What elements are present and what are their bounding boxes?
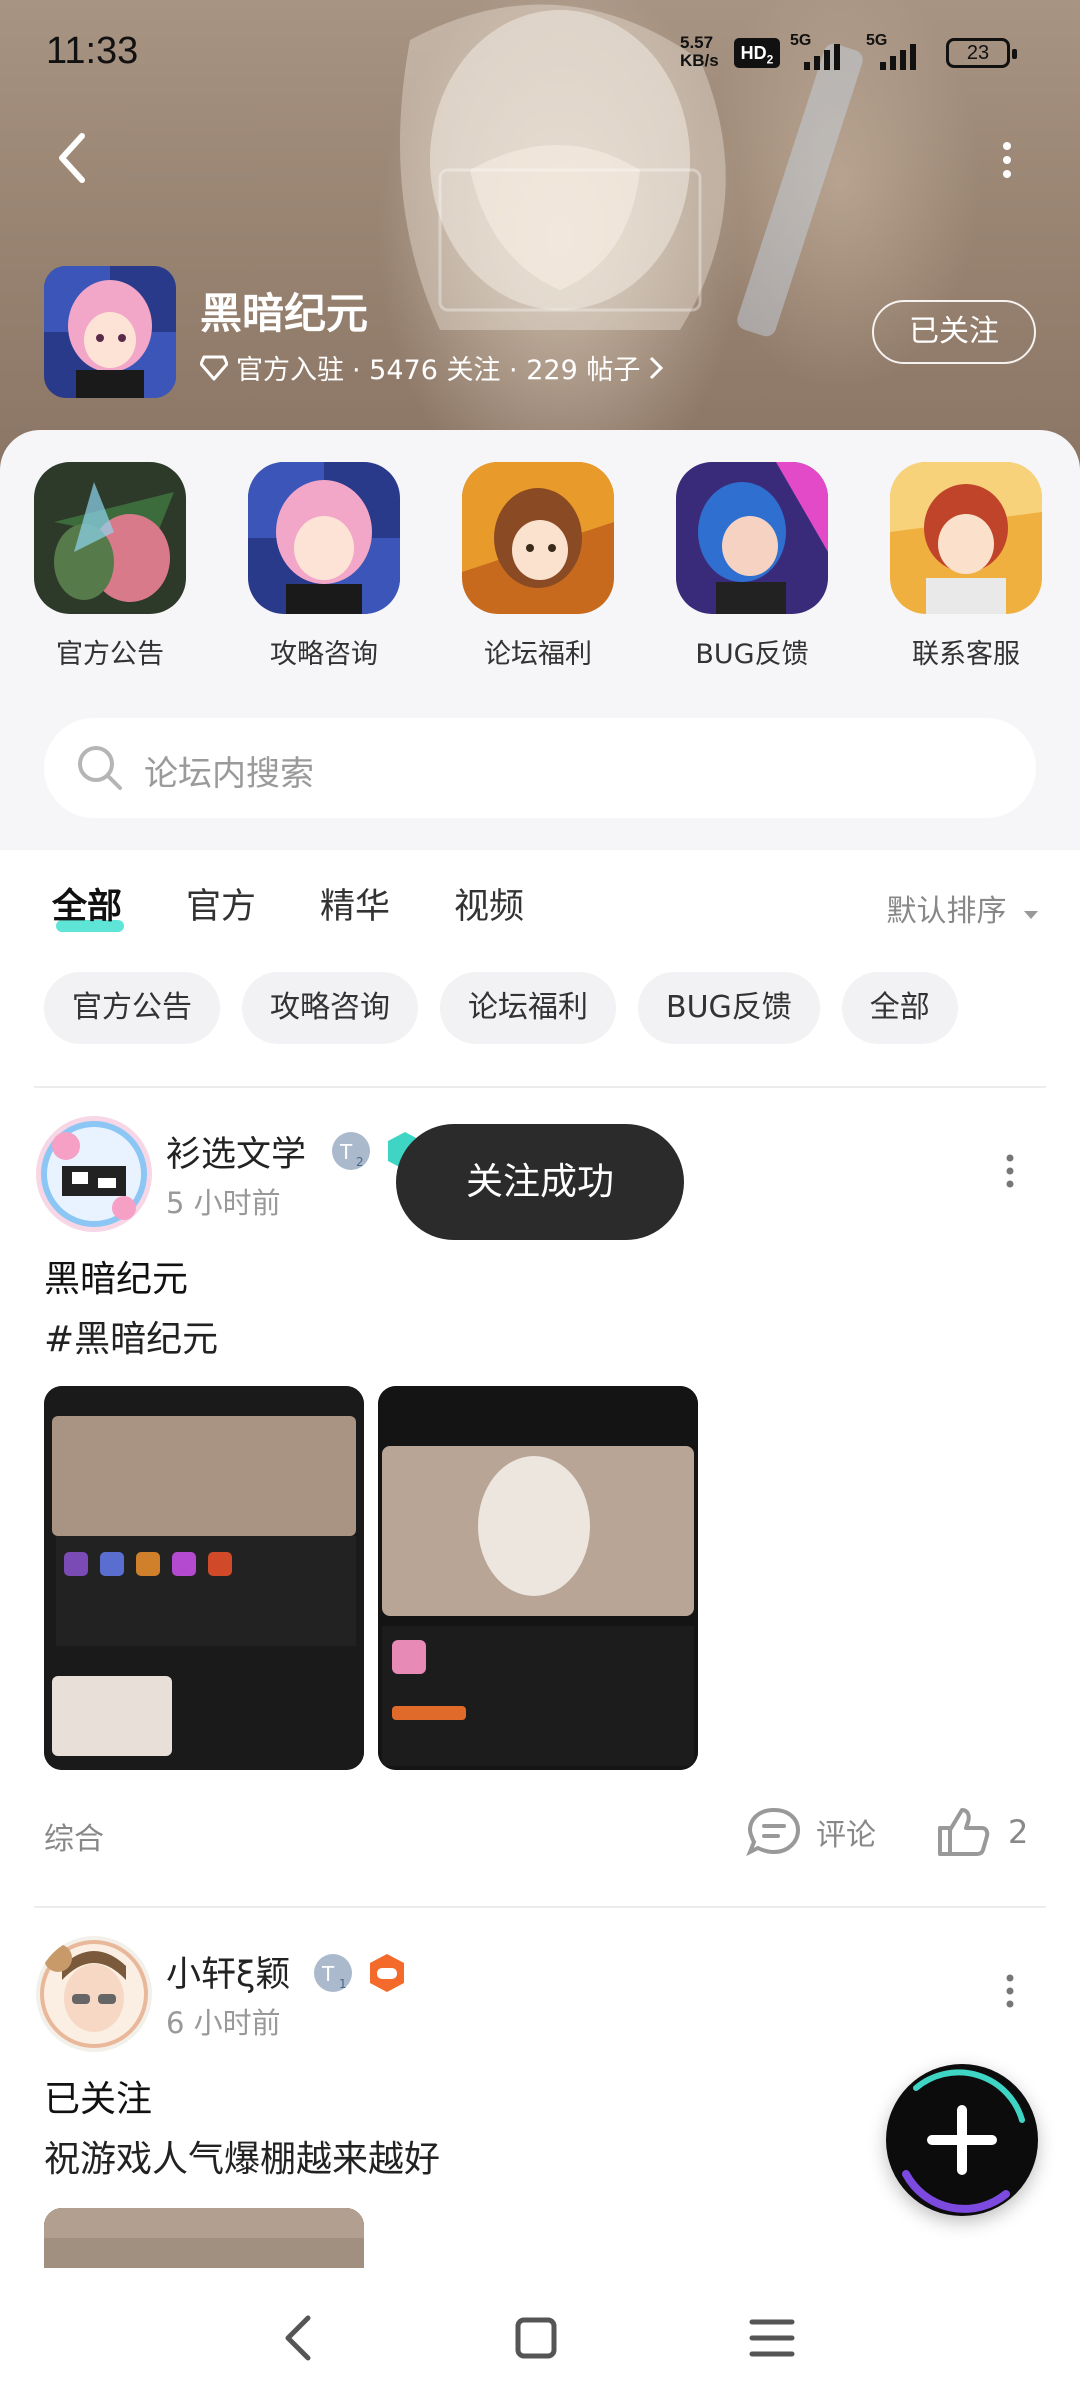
chip-all[interactable]: 全部 <box>841 972 958 1044</box>
post-author[interactable]: 小轩ξ颖 <box>166 1946 291 1997</box>
official-label: 官方入驻 <box>236 355 344 386</box>
welfare-art-icon <box>462 462 614 614</box>
forum-search-input[interactable]: 论坛内搜索 <box>44 718 1036 818</box>
create-post-button[interactable] <box>886 2064 1038 2216</box>
sort-label: 默认排序 <box>886 894 1007 929</box>
customer-service-art-icon <box>890 462 1042 614</box>
divider <box>34 1906 1046 1908</box>
toast-message: 关注成功 <box>396 1124 684 1240</box>
thumbs-up-icon <box>938 1808 990 1856</box>
nav-menu-icon[interactable] <box>742 2308 802 2368</box>
forum-panel: 官方公告 攻略咨询 论坛福利 BUG反馈 联系客服 论坛内搜索 <box>0 430 1080 850</box>
feed-tabs: 全部 官方 精华 视频 默认排序 <box>0 872 1080 942</box>
avatar[interactable] <box>36 1116 152 1232</box>
chip-welfare[interactable]: 论坛福利 <box>440 972 616 1044</box>
game-title: 黑暗纪元 <box>200 289 369 338</box>
signal-icon-2: 5G <box>866 32 936 72</box>
svg-text:1: 1 <box>339 1977 347 1991</box>
guide-art-icon <box>248 462 400 614</box>
chip-bug-report[interactable]: BUG反馈 <box>638 972 820 1044</box>
announcement-art-icon <box>34 462 186 614</box>
avatar[interactable] <box>36 1936 152 2052</box>
like-count: 2 <box>1008 1813 1029 1851</box>
sort-dropdown[interactable]: 默认排序 <box>886 886 1040 930</box>
quick-link-welfare[interactable]: 论坛福利 <box>458 462 618 671</box>
game-meta[interactable]: 官方入驻 · 5476 关注 · 229 帖子 <box>200 348 664 387</box>
post-more-icon[interactable] <box>1000 1972 1020 2012</box>
comment-button[interactable]: 评论 <box>746 1804 876 1860</box>
system-nav-bar <box>0 2268 1080 2400</box>
post-time: 6 小时前 <box>166 2006 281 2040</box>
game-icon[interactable] <box>44 266 176 398</box>
signal-icon: 5G <box>790 32 860 72</box>
category-chips: 官方公告 攻略咨询 论坛福利 BUG反馈 全部 <box>44 972 958 1044</box>
svg-text:T: T <box>339 1140 353 1164</box>
chevron-right-icon <box>650 356 664 379</box>
quick-link-announcements[interactable]: 官方公告 <box>30 462 190 671</box>
tab-official[interactable]: 官方 <box>186 878 256 929</box>
post-more-icon[interactable] <box>1000 1152 1020 1192</box>
forum-header-banner: 11:33 5.57 KB/s HD2 5G 5G 23 黑暗纪元 官方入驻 ·… <box>0 0 1080 470</box>
level-badge-icon: T 1 <box>314 1954 352 1992</box>
status-bar: 11:33 5.57 KB/s HD2 5G 5G 23 <box>0 0 1080 100</box>
post-body[interactable]: 祝游戏人气爆棚越来越好 <box>44 2130 440 2182</box>
post-author[interactable]: 衫选文学 <box>166 1126 306 1177</box>
more-options-icon[interactable] <box>992 140 1022 180</box>
post-image-3[interactable] <box>44 2208 364 2268</box>
comment-label: 评论 <box>816 1818 876 1853</box>
hd-voice-badge: HD2 <box>734 38 780 68</box>
comment-bubble-icon <box>746 1807 801 1857</box>
post-time: 5 小时前 <box>166 1186 281 1220</box>
post-title[interactable]: 已关注 <box>44 2070 152 2122</box>
tab-video[interactable]: 视频 <box>454 878 524 929</box>
battery-icon: 23 <box>946 38 1017 68</box>
chip-announcements[interactable]: 官方公告 <box>44 972 220 1044</box>
post-category: 综合 <box>44 1822 104 1857</box>
tab-all[interactable]: 全部 <box>52 878 122 929</box>
svg-text:T: T <box>321 1962 335 1986</box>
network-speed: 5.57 KB/s <box>680 33 719 70</box>
level-badge-icon: T 2 <box>332 1132 370 1170</box>
search-placeholder: 论坛内搜索 <box>144 754 314 794</box>
back-arrow-icon[interactable] <box>52 128 92 188</box>
gamepad-badge-icon <box>370 1954 404 1992</box>
divider <box>34 1086 1046 1088</box>
quick-link-guides[interactable]: 攻略咨询 <box>244 462 404 671</box>
status-time: 11:33 <box>46 30 139 72</box>
quick-link-bug-report[interactable]: BUG反馈 <box>672 462 832 671</box>
follow-post-stats: · 5476 关注 · 229 帖子 <box>352 355 641 386</box>
caret-down-icon <box>1024 911 1038 919</box>
bug-report-art-icon <box>676 462 828 614</box>
svg-text:2: 2 <box>356 1155 364 1169</box>
like-button[interactable]: 2 <box>936 1804 1028 1860</box>
post-title[interactable]: 黑暗纪元 <box>44 1250 188 1302</box>
post-image-2[interactable] <box>378 1386 698 1770</box>
post-image-1[interactable] <box>44 1386 364 1770</box>
plus-icon <box>902 2069 1025 2213</box>
nav-home-icon[interactable] <box>506 2308 566 2368</box>
chip-guides[interactable]: 攻略咨询 <box>242 972 418 1044</box>
quick-link-customer-service[interactable]: 联系客服 <box>886 462 1046 671</box>
tab-featured[interactable]: 精华 <box>320 878 390 929</box>
followed-button[interactable]: 已关注 <box>872 300 1036 364</box>
search-icon <box>78 746 122 790</box>
diamond-verified-icon <box>200 355 228 380</box>
post-hashtag[interactable]: #黑暗纪元 <box>44 1310 218 1362</box>
nav-back-icon[interactable] <box>270 2308 330 2368</box>
